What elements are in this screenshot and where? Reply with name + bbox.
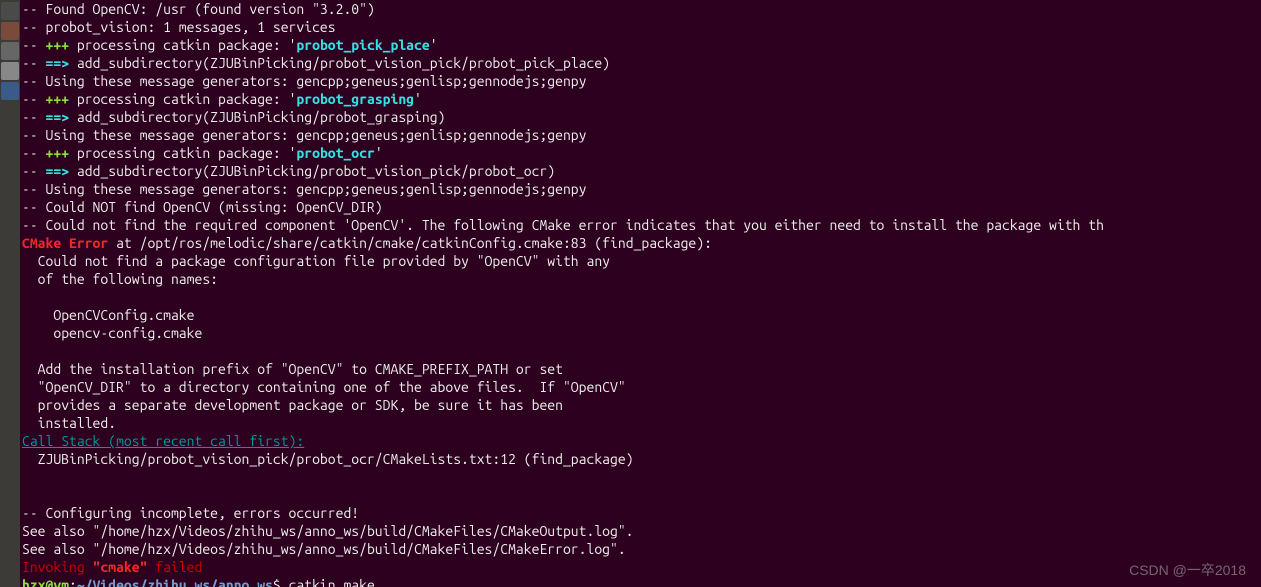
terminal-text: provides a separate development package … [22,397,563,413]
terminal-text: -- [22,37,46,53]
terminal-line: CMake Error at /opt/ros/melodic/share/ca… [22,234,1259,252]
terminal-text: ' [430,37,438,53]
terminal-text: at /opt/ros/melodic/share/catkin/cmake/c… [108,235,712,251]
terminal-text: processing catkin package: ' [69,91,296,107]
terminal-line: ZJUBinPicking/probot_vision_pick/probot_… [22,450,1259,468]
terminal-line: -- Using these message generators: gencp… [22,180,1259,198]
terminal-line: -- ==> add_subdirectory(ZJUBinPicking/pr… [22,162,1259,180]
terminal-line [22,288,1259,306]
terminal-line: provides a separate development package … [22,396,1259,414]
terminal-line: hzx@vm:~/Videos/zhihu_ws/anno_ws$ catkin… [22,576,1259,587]
terminal-line: "OpenCV_DIR" to a directory containing o… [22,378,1259,396]
unity-launcher[interactable] [0,0,20,587]
terminal-text: failed [147,559,202,575]
terminal-text: -- Using these message generators: gencp… [22,127,586,143]
terminal-text: -- Found OpenCV: /usr (found version "3.… [22,1,375,17]
launcher-icon[interactable] [1,2,19,20]
terminal-text: -- Configuring incomplete, errors occurr… [22,505,359,521]
terminal-line: of the following names: [22,270,1259,288]
launcher-icon[interactable] [1,42,19,60]
terminal-text: -- [22,91,46,107]
terminal-text: -- [22,145,46,161]
terminal-line: -- Could NOT find OpenCV (missing: OpenC… [22,198,1259,216]
launcher-icon[interactable] [1,62,19,80]
terminal-text: See also "/home/hzx/Videos/zhihu_ws/anno… [22,523,634,539]
terminal-line: -- Configuring incomplete, errors occurr… [22,504,1259,522]
terminal-line: -- +++ processing catkin package: 'probo… [22,144,1259,162]
terminal-line: -- Using these message generators: gencp… [22,126,1259,144]
terminal-line: -- ==> add_subdirectory(ZJUBinPicking/pr… [22,108,1259,126]
terminal-text: of the following names: [22,271,218,287]
terminal-text: Invoking [22,559,93,575]
terminal-text: ~/Videos/zhihu_ws/anno_ws [77,577,273,587]
terminal-text: See also "/home/hzx/Videos/zhihu_ws/anno… [22,541,626,557]
terminal-text: add_subdirectory(ZJUBinPicking/probot_vi… [69,55,610,71]
terminal-text: Call Stack (most recent call first): [22,433,304,449]
terminal-line: Add the installation prefix of "OpenCV" … [22,360,1259,378]
terminal-text: +++ [46,91,70,107]
terminal-line: -- probot_vision: 1 messages, 1 services [22,18,1259,36]
terminal-text: "OpenCV_DIR" to a directory containing o… [22,379,626,395]
terminal-text: -- probot_vision: 1 messages, 1 services [22,19,336,35]
terminal-line: Could not find a package configuration f… [22,252,1259,270]
terminal-text: ==> [46,109,70,125]
terminal-text: probot_pick_place [296,37,429,53]
terminal-text: processing catkin package: ' [69,145,296,161]
terminal-line: Invoking "cmake" failed [22,558,1259,576]
terminal-line [22,342,1259,360]
terminal-line: -- Could not find the required component… [22,216,1259,234]
terminal-line: OpenCVConfig.cmake [22,306,1259,324]
terminal-text: $ catkin_make [273,577,375,587]
terminal-text: ' [375,145,383,161]
launcher-icon[interactable] [1,22,19,40]
terminal-line: See also "/home/hzx/Videos/zhihu_ws/anno… [22,522,1259,540]
terminal-text: -- [22,163,46,179]
terminal-text: -- Could NOT find OpenCV (missing: OpenC… [22,199,383,215]
terminal-text: -- [22,55,46,71]
terminal-line: Call Stack (most recent call first): [22,432,1259,450]
terminal-text: installed. [22,415,116,431]
terminal-line: -- ==> add_subdirectory(ZJUBinPicking/pr… [22,54,1259,72]
terminal-text: hzx@vm [22,577,69,587]
terminal-text: ' [414,91,422,107]
watermark: CSDN @一卒2018 [1129,561,1246,579]
terminal-line [22,486,1259,504]
terminal-output[interactable]: -- Found OpenCV: /usr (found version "3.… [20,0,1261,587]
terminal-line [22,468,1259,486]
terminal-text: probot_ocr [296,145,374,161]
terminal-text: processing catkin package: ' [69,37,296,53]
terminal-line: -- +++ processing catkin package: 'probo… [22,36,1259,54]
terminal-text: CMake Error [22,235,108,251]
terminal-text: ==> [46,55,70,71]
terminal-text: opencv-config.cmake [22,325,202,341]
terminal-line: -- Found OpenCV: /usr (found version "3.… [22,0,1259,18]
terminal-text: OpenCVConfig.cmake [22,307,194,323]
terminal-line: installed. [22,414,1259,432]
terminal-text: Could not find a package configuration f… [22,253,610,269]
terminal-text: : [69,577,77,587]
terminal-text: "cmake" [93,559,148,575]
terminal-text: +++ [46,145,70,161]
terminal-line: -- Using these message generators: gencp… [22,72,1259,90]
terminal-line: See also "/home/hzx/Videos/zhihu_ws/anno… [22,540,1259,558]
terminal-text: ZJUBinPicking/probot_vision_pick/probot_… [22,451,634,467]
terminal-text: -- Using these message generators: gencp… [22,181,586,197]
terminal-text: probot_grasping [296,91,414,107]
launcher-icon[interactable] [1,82,19,100]
terminal-line: opencv-config.cmake [22,324,1259,342]
terminal-text: -- Using these message generators: gencp… [22,73,586,89]
terminal-text: ==> [46,163,70,179]
terminal-text: -- Could not find the required component… [22,217,1104,233]
terminal-text: Add the installation prefix of "OpenCV" … [22,361,563,377]
terminal-line: -- +++ processing catkin package: 'probo… [22,90,1259,108]
terminal-text: add_subdirectory(ZJUBinPicking/probot_gr… [69,109,445,125]
terminal-text: add_subdirectory(ZJUBinPicking/probot_vi… [69,163,555,179]
terminal-text: -- [22,109,46,125]
terminal-text: +++ [46,37,70,53]
